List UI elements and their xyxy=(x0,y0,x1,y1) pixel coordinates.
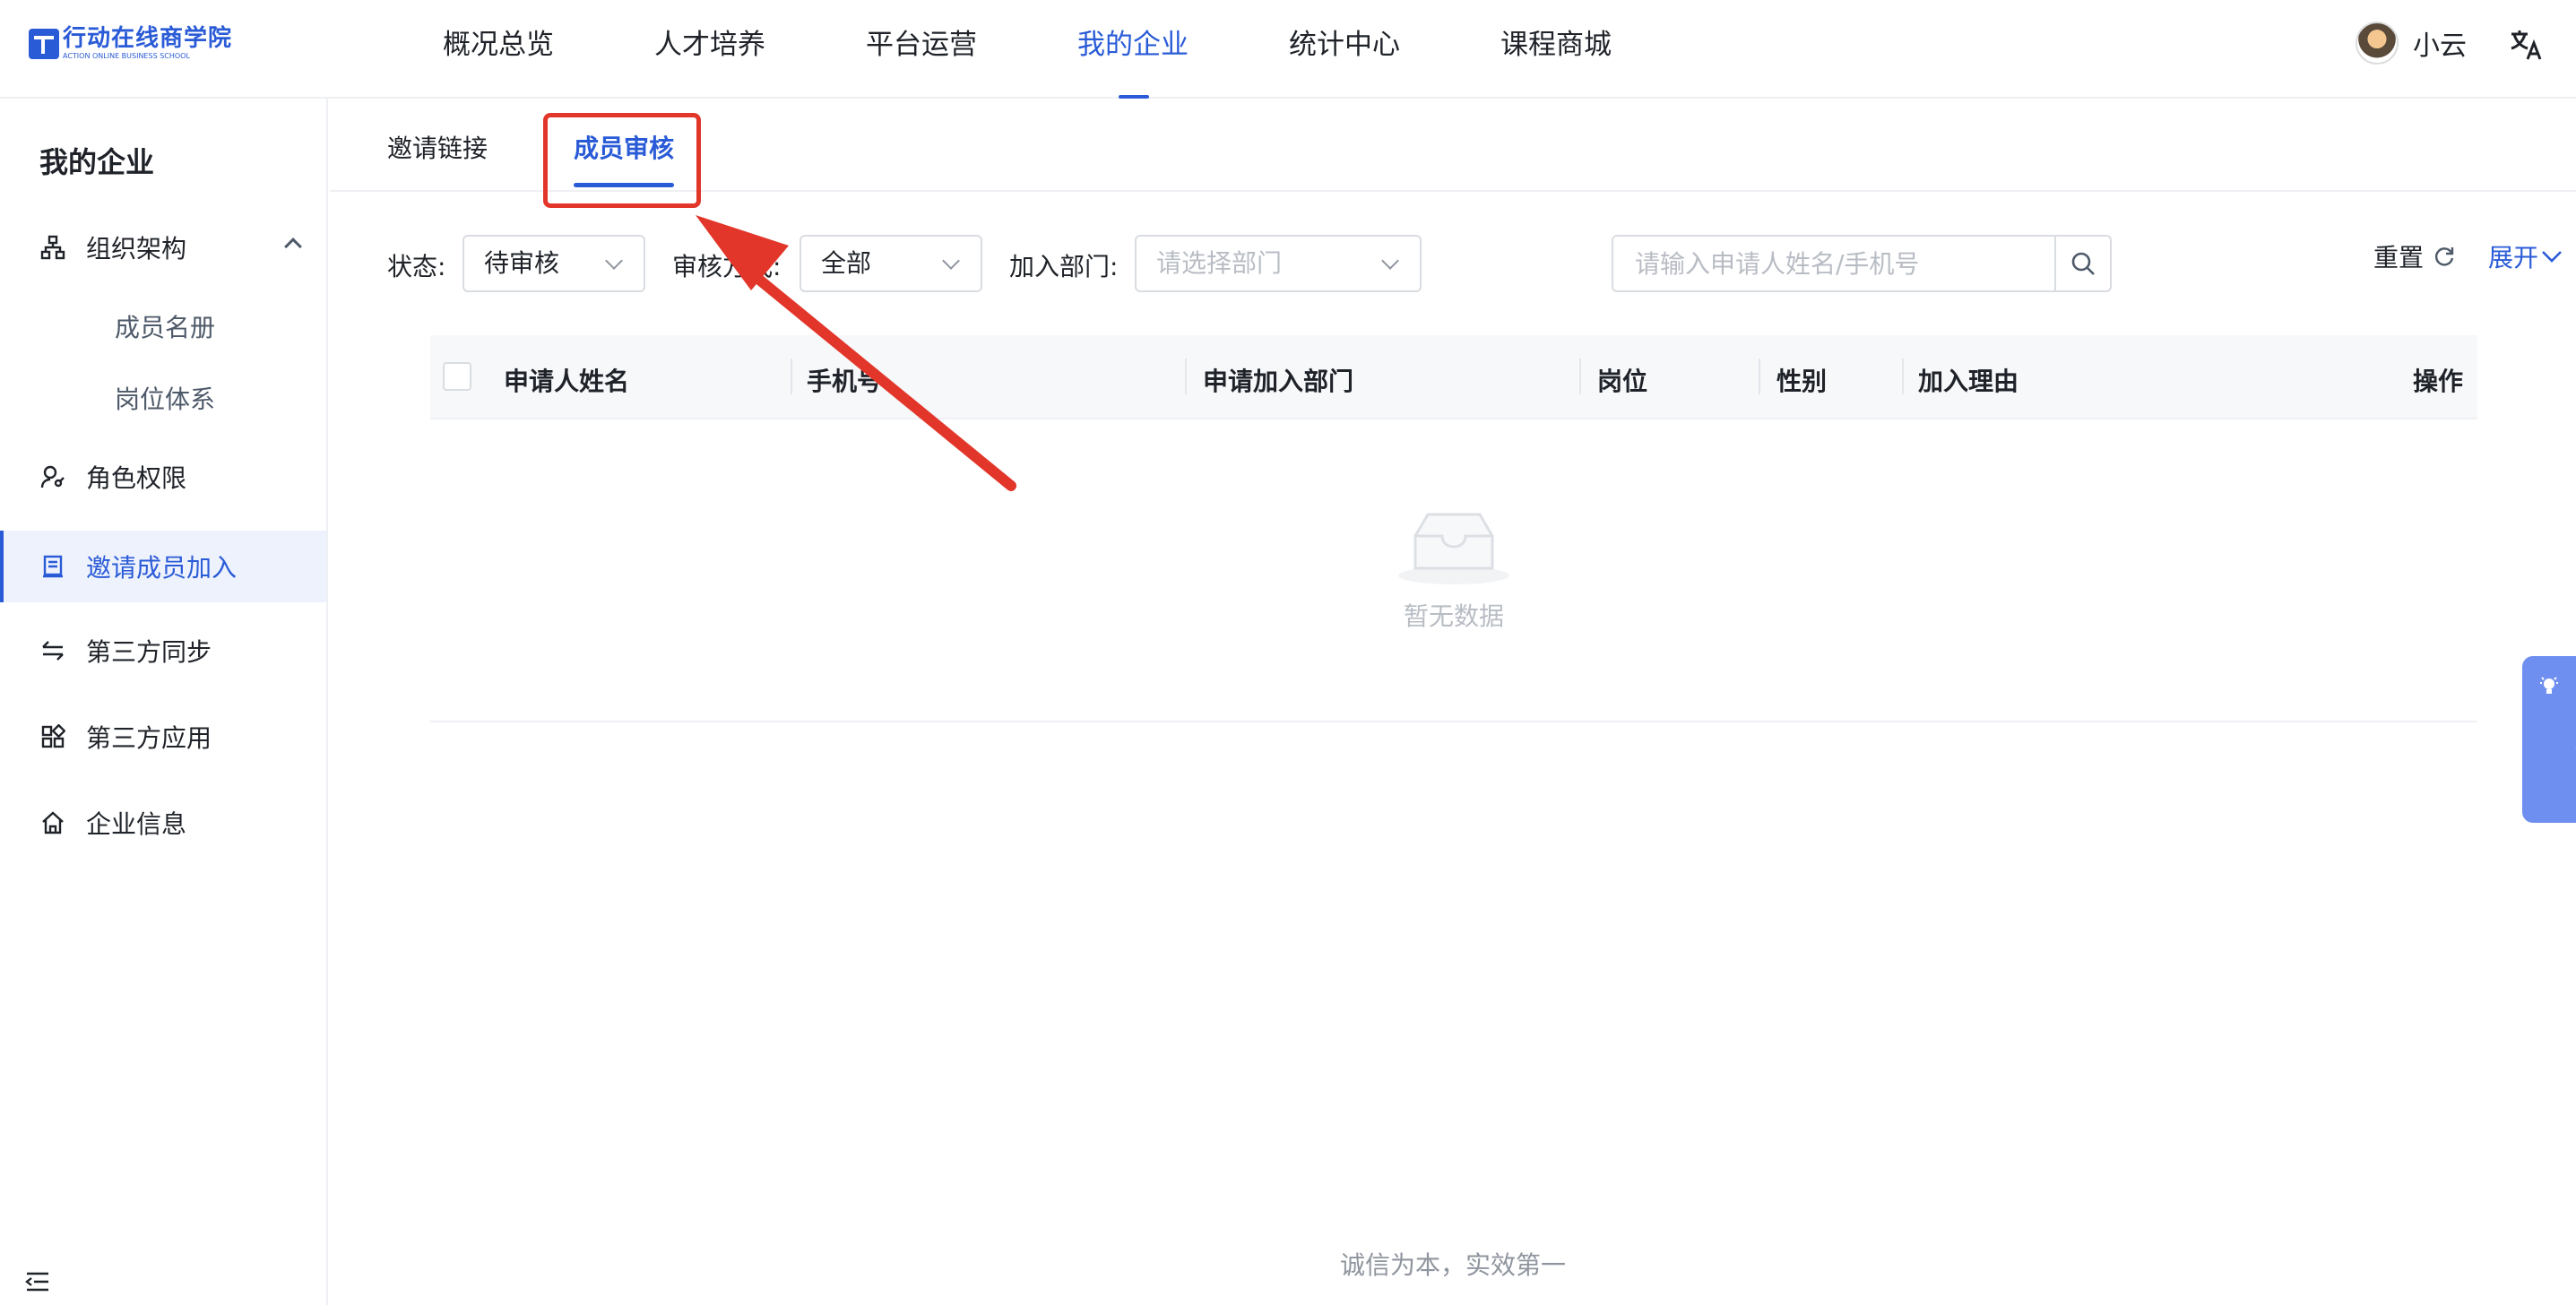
footer-slogan: 诚信为本，实效第一 xyxy=(1339,1250,1566,1280)
annotation-arrow xyxy=(696,215,1016,491)
lightbulb-icon xyxy=(2540,677,2558,694)
help-center-button[interactable]: 帮助中心 xyxy=(2522,656,2576,823)
help-center-label: 帮助中心 xyxy=(2572,712,2576,791)
